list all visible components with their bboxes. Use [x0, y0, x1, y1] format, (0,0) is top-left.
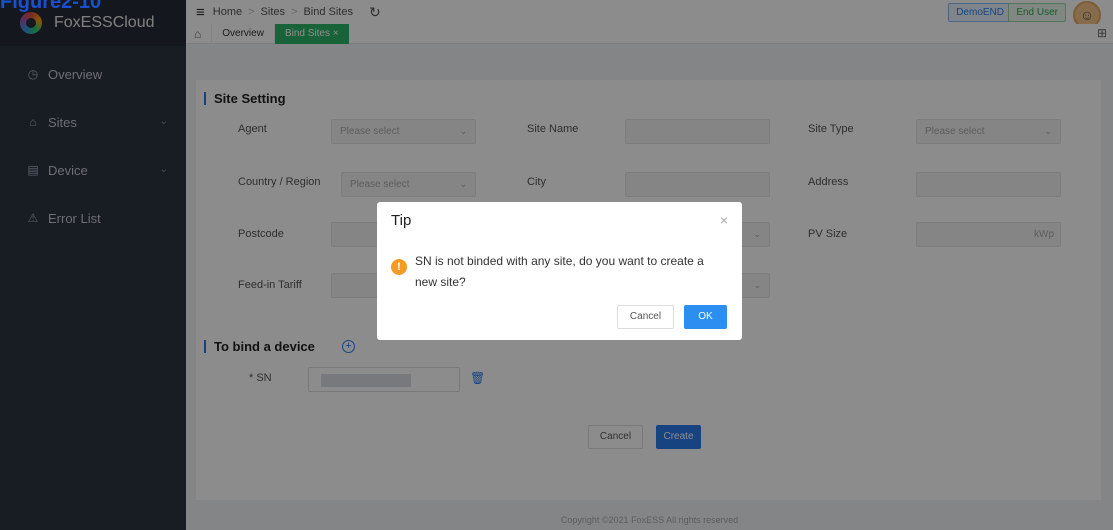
- dialog-message: SN is not binded with any site, do you w…: [415, 254, 704, 289]
- dialog-ok-button[interactable]: OK: [684, 305, 727, 329]
- warning-icon: !: [391, 259, 407, 275]
- tip-dialog: Tip × ! SN is not binded with any site, …: [377, 202, 742, 340]
- dialog-title: Tip: [391, 212, 412, 229]
- close-icon[interactable]: ×: [720, 212, 728, 228]
- dialog-cancel-button[interactable]: Cancel: [617, 305, 674, 329]
- figure-label: Figure2-10: [0, 0, 102, 13]
